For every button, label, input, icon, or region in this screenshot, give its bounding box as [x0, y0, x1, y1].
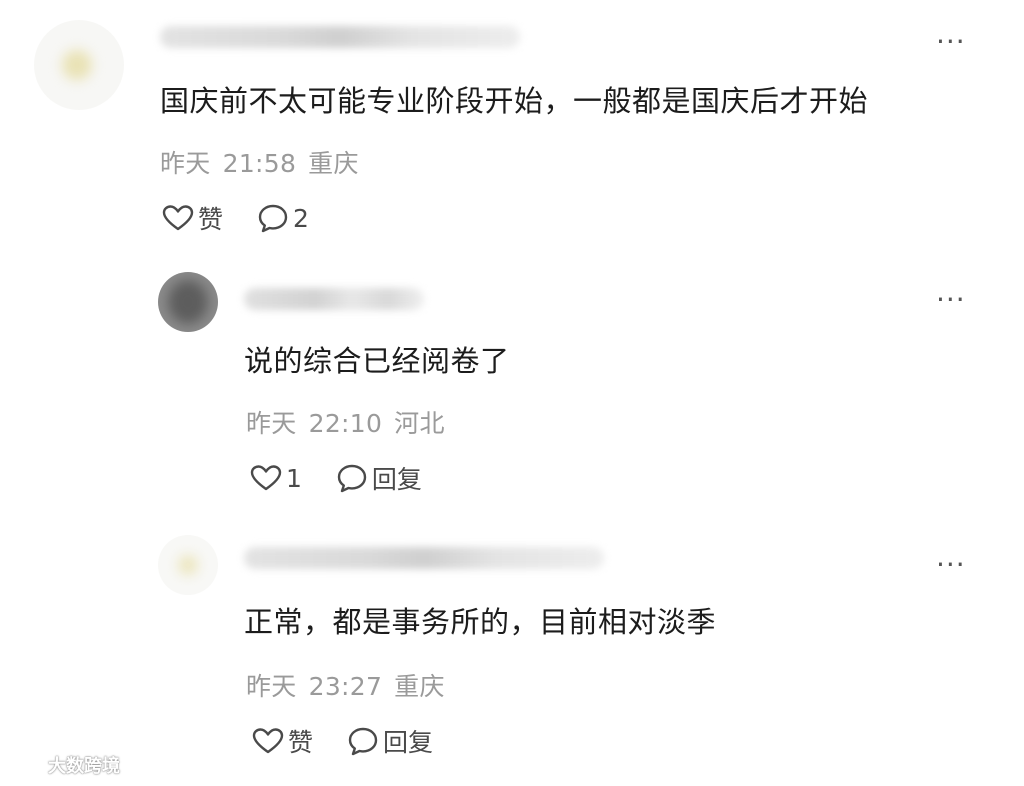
comment-text: 正常，都是事务所的，目前相对淡季	[244, 605, 717, 639]
comment-location: 重庆	[308, 149, 359, 178]
comment-location: 河北	[394, 409, 445, 438]
comment-actions: 1 回复	[250, 460, 456, 496]
watermark: 大数跨境	[8, 752, 120, 778]
comment-date: 昨天	[160, 149, 211, 178]
comment-meta: 昨天 23:27 重庆	[246, 667, 445, 703]
avatar[interactable]	[158, 272, 218, 332]
reply-button[interactable]: 回复	[336, 460, 422, 496]
comment-actions: 赞 回复	[252, 723, 467, 759]
reply-button[interactable]: 2	[257, 203, 309, 233]
reply-count: 2	[293, 203, 309, 233]
like-button[interactable]: 1	[250, 464, 302, 493]
reply-button[interactable]: 回复	[347, 723, 433, 759]
comment-bubble-icon	[258, 204, 288, 233]
comment-time: 23:27	[308, 672, 383, 701]
like-button[interactable]: 赞	[162, 200, 223, 236]
reply-label: 回复	[383, 728, 434, 757]
like-count: 1	[286, 463, 302, 493]
watermark-text: 大数跨境	[48, 756, 120, 777]
reply-item: ··· 正常，都是事务所的，目前相对淡季 昨天 23:27 重庆 赞 回复	[0, 525, 1024, 775]
avatar[interactable]	[34, 20, 124, 110]
comment-date: 昨天	[246, 409, 297, 438]
comment-meta: 昨天 22:10 河北	[246, 404, 445, 440]
comment-text: 国庆前不太可能专业阶段开始，一般都是国庆后才开始	[160, 84, 869, 118]
heart-icon	[162, 205, 194, 231]
watermark-logo-icon	[9, 756, 41, 775]
username-blurred[interactable]	[160, 26, 520, 48]
comment-bubble-icon	[348, 727, 378, 756]
comment-date: 昨天	[246, 672, 297, 701]
comment-item: ··· 国庆前不太可能专业阶段开始，一般都是国庆后才开始 昨天 21:58 重庆 赞…	[0, 0, 1024, 250]
username-blurred[interactable]	[244, 288, 424, 310]
more-options-button[interactable]: ···	[936, 286, 966, 314]
more-options-button[interactable]: ···	[936, 28, 966, 56]
heart-icon	[252, 728, 284, 754]
heart-icon	[250, 465, 282, 491]
comment-bubble-icon	[337, 464, 367, 493]
comment-time: 22:10	[308, 409, 383, 438]
reply-item: ··· 说的综合已经阅卷了 昨天 22:10 河北 1 回复	[0, 262, 1024, 512]
username-blurred[interactable]	[244, 547, 604, 569]
comment-actions: 赞 2	[162, 200, 343, 236]
comment-time: 21:58	[222, 149, 297, 178]
comment-text: 说的综合已经阅卷了	[244, 344, 510, 378]
like-label: 赞	[288, 728, 314, 757]
reply-label: 回复	[371, 465, 422, 494]
like-label: 赞	[198, 205, 224, 234]
avatar[interactable]	[158, 535, 218, 595]
like-button[interactable]: 赞	[252, 723, 313, 759]
comment-meta: 昨天 21:58 重庆	[160, 144, 359, 180]
more-options-button[interactable]: ···	[936, 551, 966, 579]
comment-location: 重庆	[394, 672, 445, 701]
